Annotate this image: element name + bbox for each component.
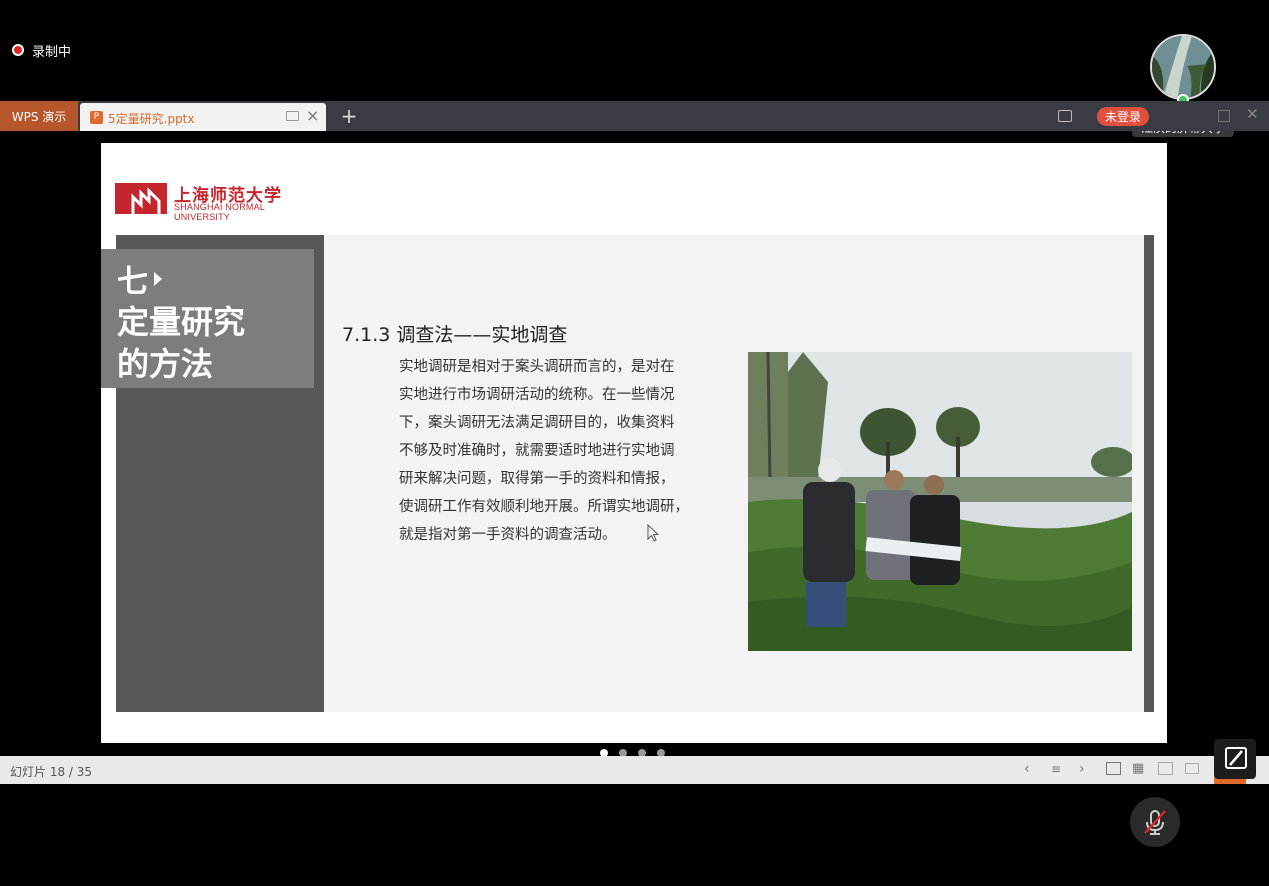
body-line: 实地调研是相对于案头调研而言的，是对在 (399, 359, 675, 375)
next-slide-icon[interactable]: › (1079, 761, 1085, 777)
recording-indicator: 录制中 (12, 40, 71, 60)
camera-icon[interactable] (1058, 110, 1072, 122)
participant-avatar[interactable] (1150, 34, 1216, 100)
normal-view-icon[interactable] (1106, 762, 1121, 775)
chapter-title: 定量研究 的方法 (117, 301, 297, 385)
microphone-muted-icon (1144, 810, 1166, 835)
chapter-title-line: 的方法 (117, 345, 214, 383)
monitor-icon[interactable] (286, 111, 299, 121)
chapter-number-text: 七 (117, 264, 148, 300)
body-line: 不够及时准确时，就需要适时地进行实地调 (399, 443, 675, 459)
edit-annotate-button[interactable] (1214, 739, 1256, 779)
slide-counter: 幻灯片 18 / 35 (10, 765, 93, 779)
presenter-view-icon[interactable] (1185, 763, 1199, 774)
chapter-number: 七 (117, 256, 162, 301)
body-paragraph: 实地调研是相对于案头调研而言的，是对在 实地进行市场调研活动的统称。在一些情况 … (399, 353, 704, 549)
record-dot-icon (12, 44, 24, 56)
previous-slide-icon[interactable]: ‹ (1024, 761, 1030, 777)
field-survey-photo (748, 352, 1132, 651)
slide-right-bar (1144, 235, 1154, 712)
chapter-title-line: 定量研究 (117, 303, 246, 341)
logo-english-name: SHANGHAI NORMAL UNIVERSITY (174, 202, 265, 222)
mouse-cursor-icon (647, 524, 660, 542)
triangle-arrow-icon (154, 271, 162, 286)
close-tab-icon[interactable]: × (306, 106, 319, 125)
edit-annotate-icon (1225, 747, 1247, 769)
new-tab-button[interactable]: + (338, 103, 360, 129)
document-tab[interactable]: P 5定量研究.pptx × (80, 103, 326, 131)
grid-view-icon[interactable]: ▦ (1132, 761, 1144, 776)
university-logo: 上海师范大学 SHANGHAI NORMAL UNIVERSITY (115, 181, 315, 222)
close-window-icon[interactable]: ✕ (1246, 105, 1259, 123)
body-line: 使调研工作有效顺利地开展。所谓实地调研， (399, 499, 689, 515)
recording-label: 录制中 (32, 44, 72, 60)
presentation-file-icon: P (90, 111, 103, 124)
restore-window-icon[interactable] (1218, 110, 1230, 122)
body-line: 下，案头调研无法满足调研目的，收集资料 (399, 415, 675, 431)
body-line: 实地进行市场调研活动的统称。在一些情况 (399, 387, 675, 403)
reading-view-icon[interactable] (1158, 762, 1173, 775)
document-tab-label: 5定量研究.pptx (108, 112, 195, 126)
mute-microphone-button[interactable] (1130, 797, 1180, 847)
section-heading: 7.1.3 调查法——实地调查 (342, 324, 568, 346)
slide-list-icon[interactable]: ≡ (1051, 762, 1061, 776)
logo-mark-icon (115, 183, 167, 214)
body-line: 研来解决问题，取得第一手的资料和情报， (399, 471, 675, 487)
wps-app-tab[interactable]: WPS 演示 (0, 101, 78, 131)
login-button[interactable]: 未登录 (1097, 107, 1149, 126)
